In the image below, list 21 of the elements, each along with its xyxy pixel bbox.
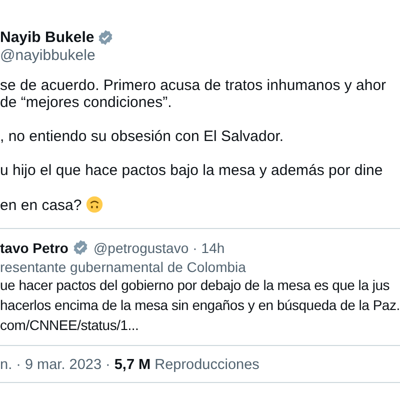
views-label: Reproducciones (154, 357, 260, 373)
author-handle[interactable]: @nayibbukele (0, 47, 400, 64)
quoted-author-handle: @petrogustavo (93, 240, 189, 256)
tweet-text: , no entiendo su obsesión con El Salvador. (0, 128, 285, 145)
tweet-text: u hijo el que hace pactos bajo la mesa y además por dine (0, 162, 384, 179)
separator-dot: · (106, 357, 110, 373)
tweet-text: de “mejores condiciones”. (0, 94, 173, 111)
view-count: 5,7 M (114, 357, 151, 373)
separator-dot: · (16, 357, 21, 373)
author-name[interactable]: Nayib Bukele (0, 28, 94, 46)
post-time: n. (0, 357, 12, 373)
tweet-text: en en casa? (0, 197, 82, 214)
quoted-author-name: tavo Petro (0, 240, 68, 256)
post-date: 9 mar. 2023 (24, 357, 102, 373)
quoted-text: hacerlos encima de la mesa sin engaños y en búsqueda de la Paz. (0, 296, 400, 315)
quoted-text: ue hacer pactos del gobierno por debajo de la mesa es que la jus (0, 276, 390, 295)
quoted-text: com/CNNEE/status/1... (0, 316, 140, 335)
account-label: resentante gubernamental de Colombia (0, 259, 247, 275)
tweet-text: se de acuerdo. Primero acusa de tratos inhumanos y ahor (0, 77, 388, 94)
separator-dot: · (192, 240, 198, 256)
quoted-time: 14h (201, 240, 225, 256)
